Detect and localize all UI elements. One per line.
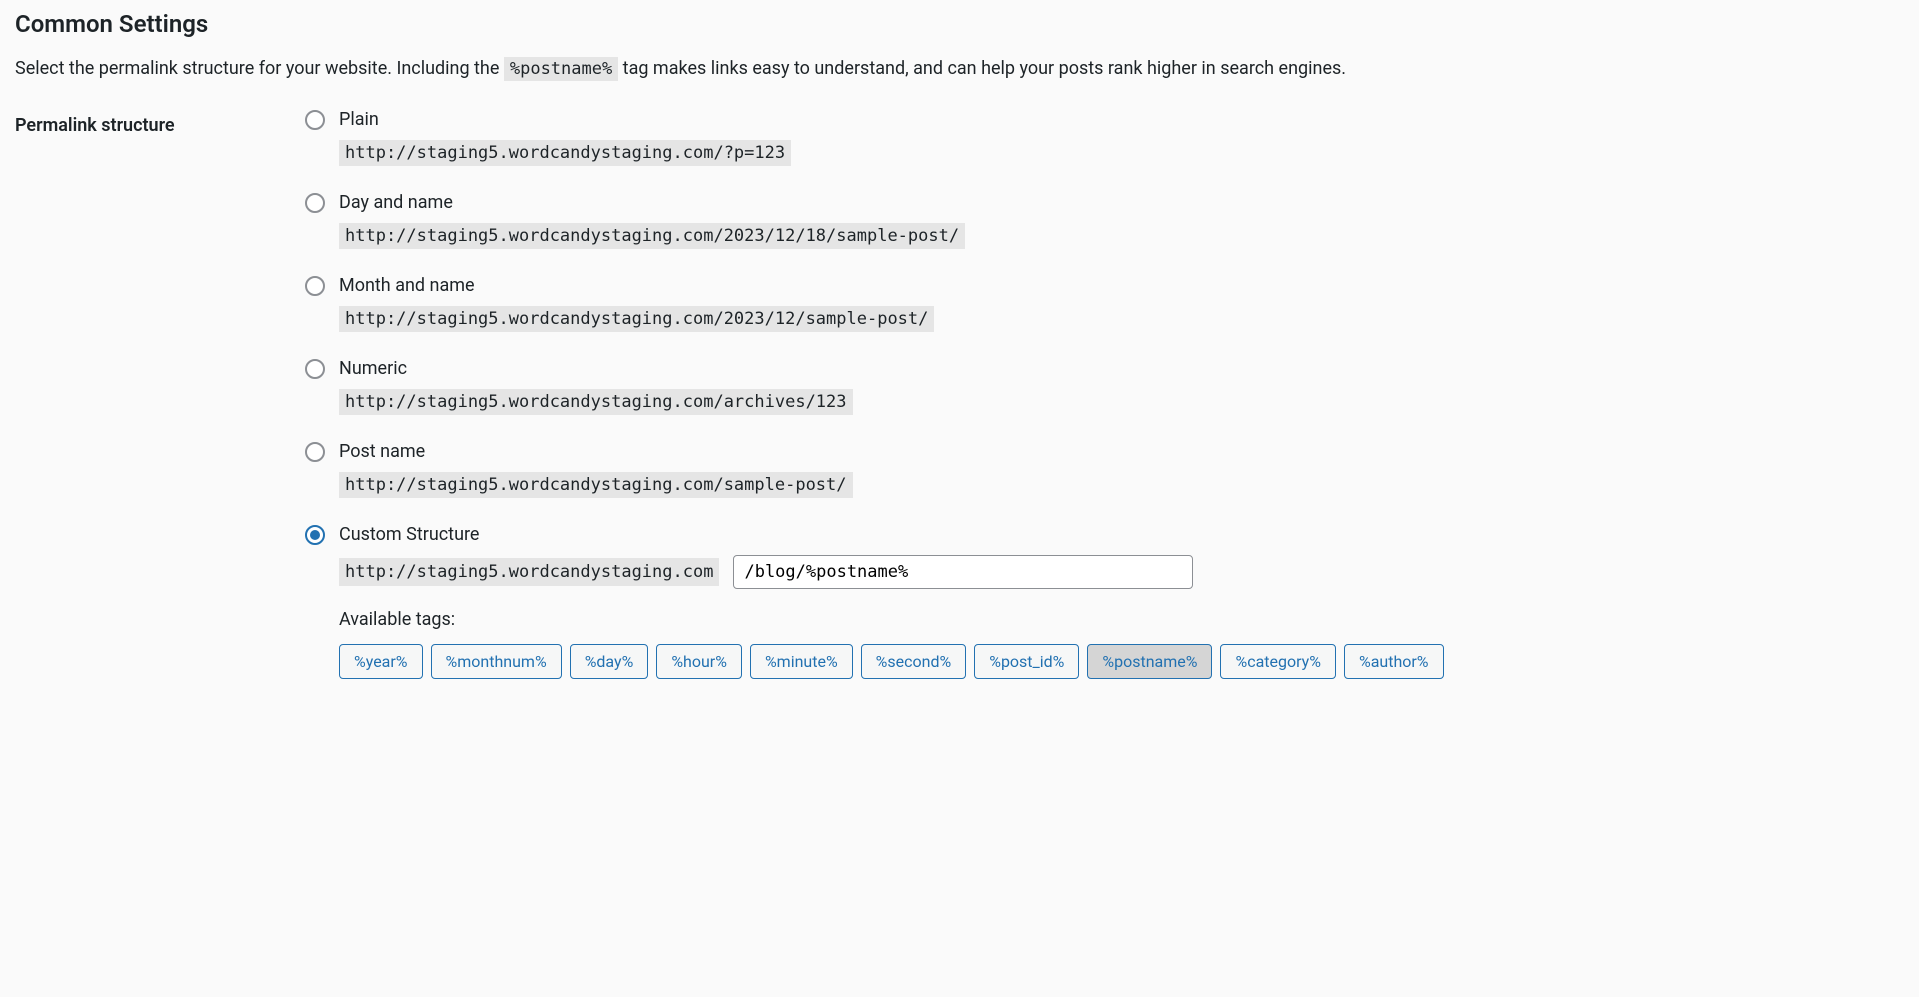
radio-month-name[interactable]	[305, 276, 325, 296]
tag-monthnum[interactable]: %monthnum%	[431, 644, 562, 679]
custom-url-prefix: http://staging5.wordcandystaging.com	[339, 558, 719, 586]
url-numeric: http://staging5.wordcandystaging.com/arc…	[339, 389, 853, 415]
label-plain[interactable]: Plain	[339, 109, 379, 130]
radio-post-name[interactable]	[305, 442, 325, 462]
url-day-name: http://staging5.wordcandystaging.com/202…	[339, 223, 965, 249]
tag-postname[interactable]: %postname%	[1087, 644, 1212, 679]
label-custom-structure[interactable]: Custom Structure	[339, 524, 479, 545]
radio-numeric[interactable]	[305, 359, 325, 379]
tag-category[interactable]: %category%	[1220, 644, 1335, 679]
permalink-description: Select the permalink structure for your …	[15, 58, 1904, 79]
label-post-name[interactable]: Post name	[339, 441, 425, 462]
available-tags-label: Available tags:	[339, 609, 1904, 630]
postname-tag-code: %postname%	[504, 57, 618, 81]
url-month-name: http://staging5.wordcandystaging.com/202…	[339, 306, 934, 332]
common-settings-heading: Common Settings	[15, 10, 1904, 38]
tag-post-id[interactable]: %post_id%	[974, 644, 1079, 679]
custom-structure-input[interactable]	[733, 555, 1193, 589]
url-plain: http://staging5.wordcandystaging.com/?p=…	[339, 140, 791, 166]
radio-plain[interactable]	[305, 110, 325, 130]
tag-hour[interactable]: %hour%	[656, 644, 742, 679]
permalink-structure-label: Permalink structure	[15, 109, 305, 715]
tag-author[interactable]: %author%	[1344, 644, 1444, 679]
label-month-name[interactable]: Month and name	[339, 275, 475, 296]
radio-day-name[interactable]	[305, 193, 325, 213]
tag-second[interactable]: %second%	[861, 644, 967, 679]
tag-day[interactable]: %day%	[570, 644, 649, 679]
label-numeric[interactable]: Numeric	[339, 358, 407, 379]
radio-custom-structure[interactable]	[305, 525, 325, 545]
url-post-name: http://staging5.wordcandystaging.com/sam…	[339, 472, 853, 498]
tag-minute[interactable]: %minute%	[750, 644, 853, 679]
tag-year[interactable]: %year%	[339, 644, 423, 679]
label-day-name[interactable]: Day and name	[339, 192, 453, 213]
